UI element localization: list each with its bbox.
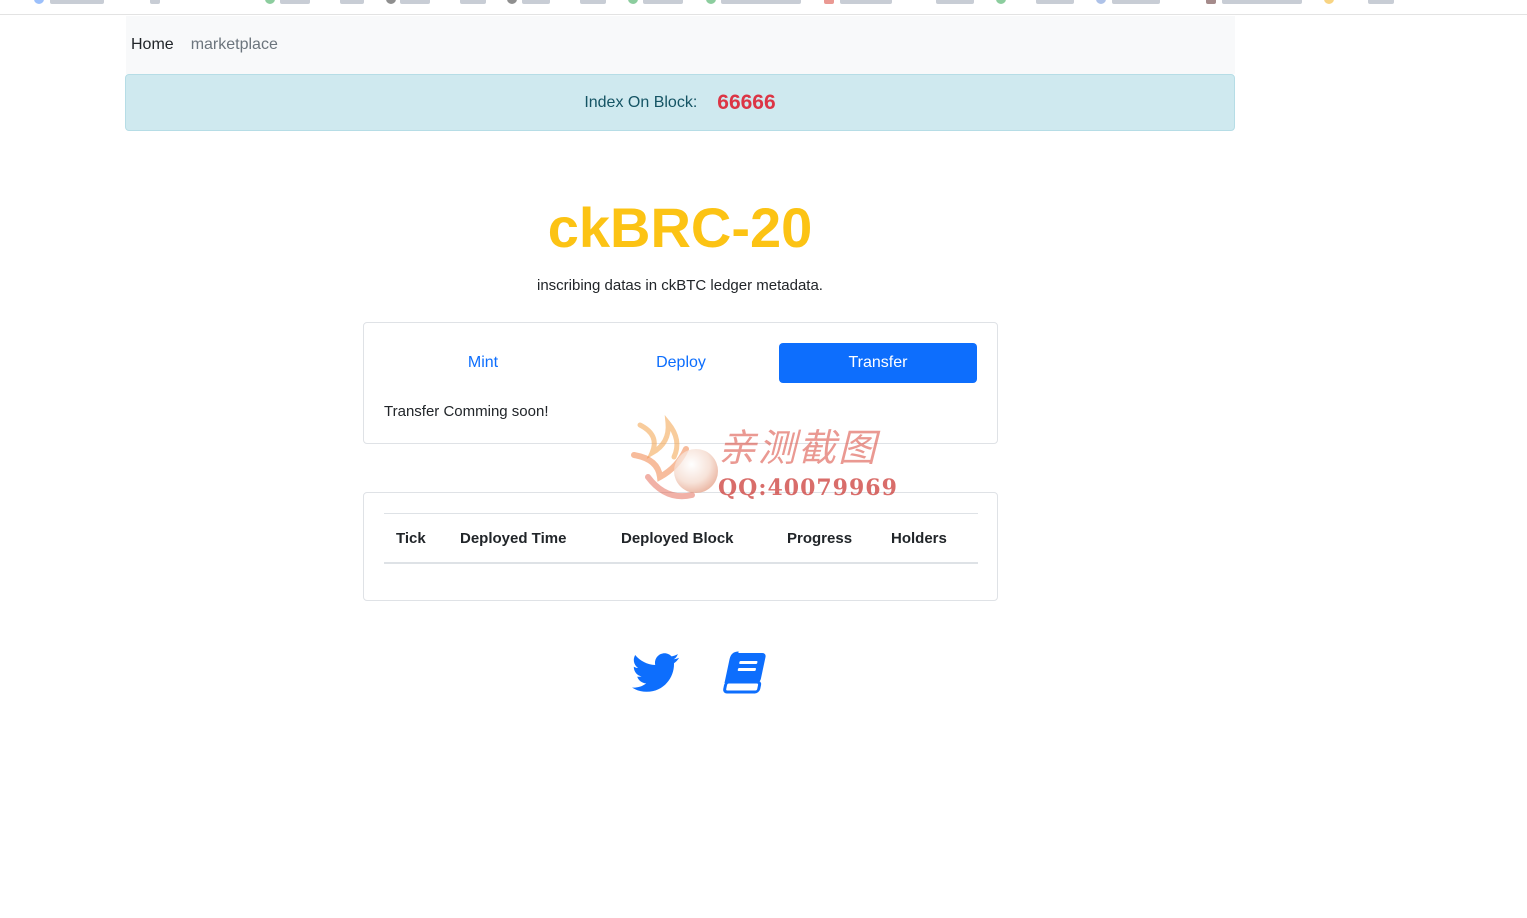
page-title: ckBRC-20 bbox=[547, 196, 813, 259]
tab-transfer[interactable]: Transfer bbox=[779, 343, 977, 383]
bookmark-item[interactable] bbox=[522, 0, 550, 4]
column-header-deployed-block: Deployed Block bbox=[609, 513, 775, 564]
twitter-icon[interactable] bbox=[631, 652, 680, 694]
browser-bookmarks-bar bbox=[0, 0, 1527, 15]
nav-link-marketplace[interactable]: marketplace bbox=[191, 36, 278, 54]
bookmark-icon[interactable] bbox=[34, 0, 44, 4]
bookmark-icon[interactable] bbox=[386, 0, 396, 4]
action-tabs-card: Mint Deploy Transfer Transfer Comming so… bbox=[363, 322, 998, 444]
bookmark-item[interactable] bbox=[1222, 0, 1302, 4]
bookmark-item[interactable] bbox=[580, 0, 606, 4]
column-header-tick: Tick bbox=[384, 513, 448, 564]
bookmark-icon[interactable] bbox=[1206, 0, 1216, 4]
bookmark-icon[interactable] bbox=[265, 0, 275, 4]
bookmark-item[interactable] bbox=[340, 0, 364, 4]
bookmark-item[interactable] bbox=[150, 0, 160, 4]
bookmark-icon[interactable] bbox=[1096, 0, 1106, 4]
page-subtitle: inscribing datas in ckBTC ledger metadat… bbox=[537, 277, 823, 294]
bookmark-item[interactable] bbox=[1036, 0, 1074, 4]
column-header-deployed-time: Deployed Time bbox=[448, 513, 609, 564]
bookmark-icon[interactable] bbox=[1324, 0, 1334, 4]
bookmark-item[interactable] bbox=[50, 0, 104, 4]
tokens-table: Tick Deployed Time Deployed Block Progre… bbox=[384, 513, 978, 564]
twitter-icon-svg bbox=[631, 653, 680, 692]
book-icon[interactable] bbox=[720, 650, 768, 694]
tab-deploy[interactable]: Deploy bbox=[582, 343, 780, 383]
bookmark-item[interactable] bbox=[721, 0, 801, 4]
column-header-holders: Holders bbox=[879, 513, 978, 564]
column-header-progress: Progress bbox=[775, 513, 879, 564]
nav-home-link[interactable]: Home bbox=[131, 36, 174, 54]
bookmark-icon[interactable] bbox=[996, 0, 1006, 4]
bookmark-item[interactable] bbox=[400, 0, 430, 4]
bookmark-item[interactable] bbox=[1112, 0, 1160, 4]
bookmark-item[interactable] bbox=[280, 0, 310, 4]
tab-content-text: Transfer Comming soon! bbox=[384, 403, 549, 420]
page: Home marketplace Index On Block: 66666 c… bbox=[0, 0, 1527, 918]
book-icon-svg bbox=[723, 651, 766, 694]
bookmark-item[interactable] bbox=[643, 0, 683, 4]
alert-block-value: 66666 bbox=[717, 90, 776, 114]
navbar: Home marketplace bbox=[126, 16, 1235, 74]
bookmark-item[interactable] bbox=[840, 0, 892, 4]
table-header-row: Tick Deployed Time Deployed Block Progre… bbox=[384, 513, 978, 564]
alert-label: Index On Block: bbox=[584, 93, 698, 111]
bookmark-item[interactable] bbox=[936, 0, 974, 4]
bookmark-item[interactable] bbox=[1368, 0, 1394, 4]
bookmark-icon[interactable] bbox=[824, 0, 834, 4]
bookmark-icon[interactable] bbox=[507, 0, 517, 4]
bookmark-icon[interactable] bbox=[706, 0, 716, 4]
index-block-alert: Index On Block: 66666 bbox=[125, 74, 1235, 131]
bookmark-item[interactable] bbox=[460, 0, 486, 4]
bookmark-icon[interactable] bbox=[628, 0, 638, 4]
tokens-table-card: Tick Deployed Time Deployed Block Progre… bbox=[363, 492, 998, 601]
tab-mint[interactable]: Mint bbox=[384, 343, 582, 383]
